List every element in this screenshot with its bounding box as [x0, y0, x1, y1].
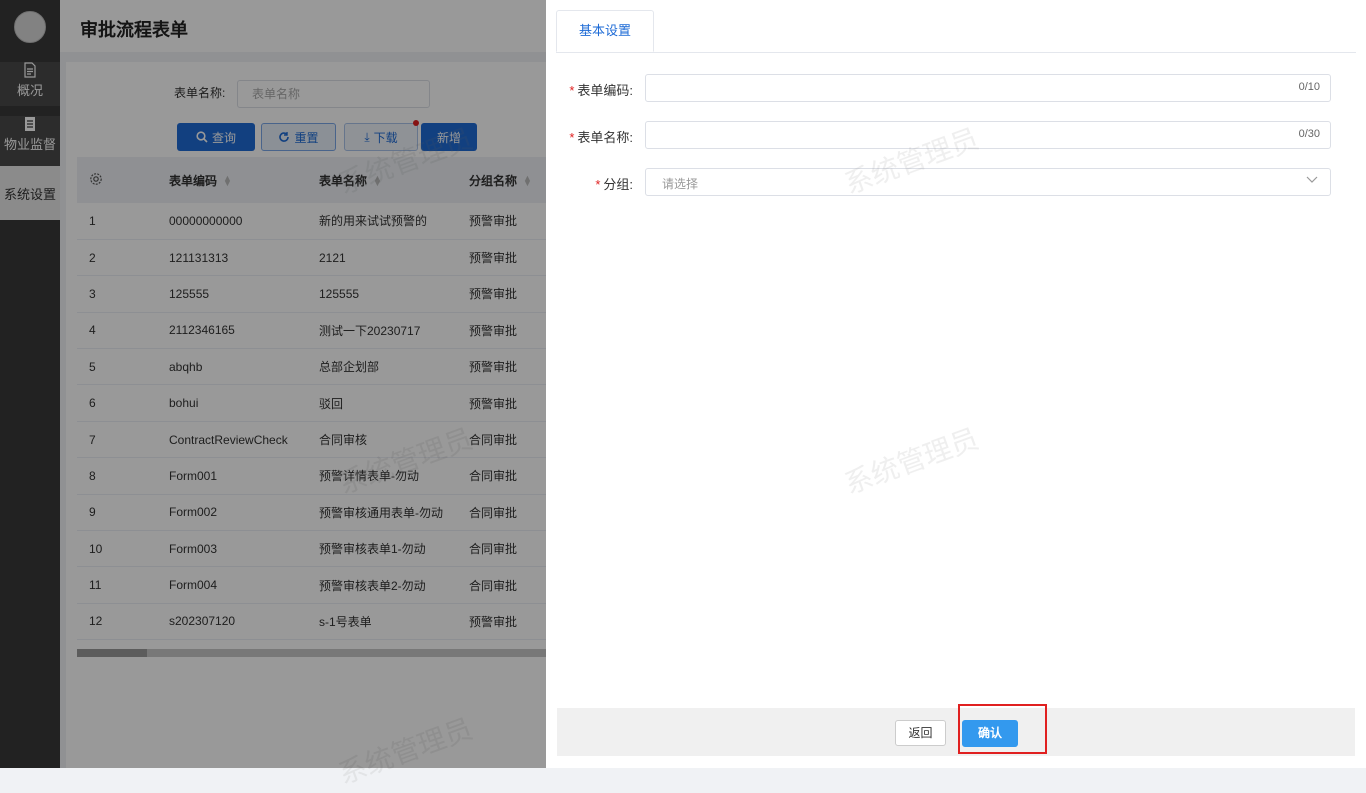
- group-select[interactable]: 请选择: [645, 168, 1331, 196]
- form-label-code: * 表单编码:: [569, 83, 633, 98]
- select-placeholder: 请选择: [662, 177, 699, 191]
- watermark: 系统管理员: [840, 422, 983, 500]
- tab-basic-settings[interactable]: 基本设置: [556, 10, 654, 52]
- highlight-box: [958, 704, 1047, 754]
- form-name-input[interactable]: 0/30: [645, 121, 1331, 149]
- form-drawer: 基本设置 * 表单编码: 0/10 * 表单名称: 0/30 * 分组: 请选择 系统…: [546, 0, 1366, 768]
- chevron-down-icon: [1306, 176, 1318, 183]
- char-counter: 0/30: [1298, 128, 1320, 140]
- char-counter: 0/10: [1298, 81, 1320, 93]
- back-button[interactable]: 返回: [895, 720, 946, 746]
- form-row-code: * 表单编码: 0/10: [546, 74, 1366, 102]
- form-label-name: * 表单名称:: [569, 130, 633, 145]
- form-code-input[interactable]: 0/10: [645, 74, 1331, 102]
- form-label-group: * 分组:: [595, 177, 633, 192]
- form-row-name: * 表单名称: 0/30: [546, 121, 1366, 149]
- tab-bar: 基本设置: [556, 10, 1356, 53]
- form-row-group: * 分组: 请选择: [546, 168, 1366, 196]
- drawer-footer: 返回 确认: [557, 704, 1355, 756]
